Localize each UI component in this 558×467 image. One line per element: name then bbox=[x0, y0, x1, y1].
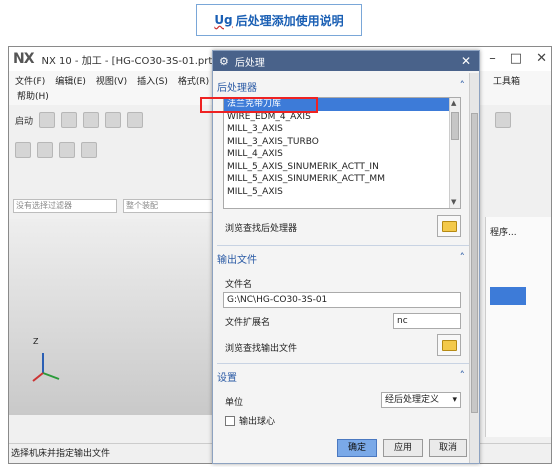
unit-select[interactable]: 经后处理定义 ▾ bbox=[381, 392, 461, 408]
selected-row[interactable] bbox=[490, 287, 526, 305]
operation-navigator: 程序... bbox=[485, 217, 551, 437]
dialog-close-icon[interactable]: ✕ bbox=[461, 54, 471, 68]
chevron-up-icon[interactable]: ˄ bbox=[460, 79, 466, 92]
list-scrollbar[interactable]: ▲ ▼ bbox=[449, 98, 460, 208]
dialog-scrollbar[interactable] bbox=[469, 73, 479, 463]
start-button[interactable]: 启动 bbox=[15, 114, 33, 127]
divider bbox=[217, 245, 469, 246]
scroll-up-icon[interactable]: ▲ bbox=[451, 99, 456, 107]
nx-logo: NX bbox=[13, 51, 34, 67]
extension-label: 文件扩展名 bbox=[225, 318, 271, 328]
unit-value: 经后处理定义 bbox=[385, 395, 440, 405]
chevron-up-icon[interactable]: ˄ bbox=[460, 251, 466, 264]
selection-filter[interactable]: 没有选择过滤器 bbox=[13, 199, 117, 213]
section-postprocessor[interactable]: 后处理器 ˄ bbox=[217, 77, 469, 95]
folder-icon bbox=[441, 339, 457, 351]
filename-label: 文件名 bbox=[225, 280, 253, 290]
browse-postprocessor-label: 浏览查找后处理器 bbox=[225, 224, 298, 234]
list-item[interactable]: MILL_5_AXIS bbox=[224, 186, 460, 199]
method-icon[interactable] bbox=[37, 142, 53, 158]
output-ball-center-checkbox[interactable] bbox=[225, 415, 235, 426]
list-item[interactable]: MILL_4_AXIS bbox=[224, 148, 460, 161]
browse-postprocessor-button[interactable] bbox=[437, 215, 461, 237]
browse-output-button[interactable] bbox=[437, 334, 461, 356]
list-item[interactable]: MILL_5_AXIS_SINUMERIK_ACTT_IN bbox=[224, 161, 460, 174]
menu-file[interactable]: 文件(F) bbox=[15, 74, 45, 87]
cancel-button[interactable]: 取消 bbox=[429, 439, 467, 457]
scroll-down-icon[interactable]: ▼ bbox=[451, 198, 456, 206]
dialog-scroll-thumb[interactable] bbox=[471, 113, 478, 413]
annotation-highlight-box bbox=[200, 97, 318, 113]
section-postprocessor-label: 后处理器 bbox=[217, 82, 257, 94]
browse-output-label: 浏览查找输出文件 bbox=[225, 344, 298, 354]
menu-edit[interactable]: 编辑(E) bbox=[55, 74, 86, 87]
menu-toolbox[interactable]: 工具箱 bbox=[493, 74, 520, 87]
chevron-down-icon: ▾ bbox=[452, 395, 457, 405]
axis-triad-icon bbox=[32, 353, 60, 382]
menu-format[interactable]: 格式(R) bbox=[178, 74, 209, 87]
gear-icon: ⚙ bbox=[219, 54, 229, 68]
apply-button[interactable]: 应用 bbox=[383, 439, 423, 457]
list-item[interactable]: MILL_5_AXIS_SINUMERIK_ACTT_MM bbox=[224, 173, 460, 186]
layer-icon[interactable] bbox=[495, 112, 511, 128]
tool-icon[interactable] bbox=[81, 142, 97, 158]
chevron-up-icon[interactable]: ˄ bbox=[460, 369, 466, 382]
tutorial-title: 后处理添加使用说明 bbox=[235, 13, 344, 28]
section-output[interactable]: 输出文件 ˄ bbox=[217, 249, 469, 267]
ok-button[interactable]: 确定 bbox=[337, 439, 377, 457]
postprocessor-list[interactable]: 法兰克带刀库 WIRE_EDM_4_AXIS MILL_3_AXIS MILL_… bbox=[223, 97, 461, 209]
unit-label: 单位 bbox=[225, 398, 244, 408]
tutorial-title-box: Ug 后处理添加使用说明 bbox=[196, 4, 362, 36]
filename-input[interactable]: G:\NC\HG-CO30-3S-01 bbox=[223, 292, 461, 308]
menu-view[interactable]: 视图(V) bbox=[96, 74, 127, 87]
nx-window-title: NX 10 - 加工 - [HG-CO30-3S-01.prt] bbox=[41, 55, 217, 67]
divider bbox=[217, 363, 469, 364]
minimize-icon[interactable]: – bbox=[489, 51, 496, 66]
dialog-titlebar: ⚙ 后处理 ✕ bbox=[213, 51, 479, 71]
section-settings[interactable]: 设置 ˄ bbox=[217, 367, 469, 385]
output-ball-center-label: 输出球心 bbox=[239, 417, 276, 427]
folder-icon bbox=[441, 220, 457, 232]
graphics-viewport[interactable]: Z bbox=[9, 219, 213, 415]
toolbar-bottom bbox=[9, 417, 213, 441]
maximize-icon[interactable]: □ bbox=[510, 51, 522, 66]
cut-icon[interactable] bbox=[127, 112, 144, 128]
operation-icon[interactable] bbox=[15, 142, 31, 158]
section-settings-label: 设置 bbox=[217, 372, 237, 384]
menu-insert[interactable]: 插入(S) bbox=[137, 74, 168, 87]
geometry-icon[interactable] bbox=[59, 142, 75, 158]
save-icon[interactable] bbox=[83, 112, 100, 128]
tab-program[interactable]: 程序... bbox=[490, 225, 517, 238]
open-icon[interactable] bbox=[61, 112, 78, 128]
assembly-scope[interactable]: 整个装配 bbox=[123, 199, 215, 213]
scroll-thumb[interactable] bbox=[451, 112, 459, 140]
title-prefix: Ug bbox=[214, 13, 233, 27]
output-ball-center-checkbox-row[interactable]: 输出球心 bbox=[225, 414, 275, 427]
close-icon[interactable]: ✕ bbox=[536, 51, 547, 66]
extension-input[interactable]: nc bbox=[393, 313, 461, 329]
print-icon[interactable] bbox=[105, 112, 122, 128]
dialog-title: 后处理 bbox=[234, 57, 265, 69]
list-item[interactable]: MILL_3_AXIS_TURBO bbox=[224, 136, 460, 149]
new-file-icon[interactable] bbox=[39, 112, 56, 128]
section-output-label: 输出文件 bbox=[217, 254, 257, 266]
axis-z-label: Z bbox=[33, 337, 39, 346]
list-item[interactable]: MILL_3_AXIS bbox=[224, 123, 460, 136]
